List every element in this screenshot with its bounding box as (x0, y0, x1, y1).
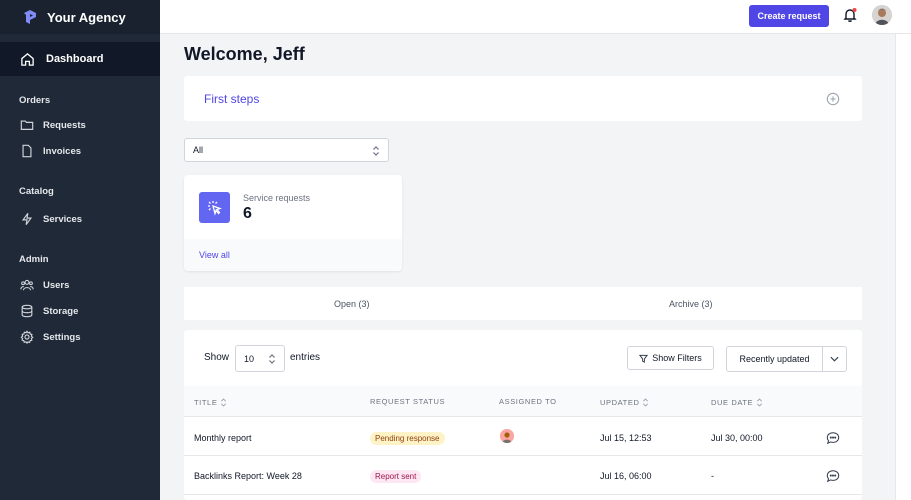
table-row[interactable]: Backlinks Report: Week 28 Report sent Ju… (184, 457, 862, 495)
show-filters-button[interactable]: Show Filters (627, 346, 714, 370)
section-catalog: Catalog (19, 186, 54, 197)
user-avatar-icon (872, 5, 892, 25)
sidebar-item-dashboard[interactable]: Dashboard (0, 42, 160, 76)
sidebar-item-label: Dashboard (46, 53, 104, 65)
entries-select[interactable]: 10 (235, 345, 285, 372)
sort-select[interactable]: Recently updated (726, 346, 847, 372)
page-title: Welcome, Jeff (184, 44, 305, 64)
column-label: ASSIGNED TO (499, 397, 557, 406)
sidebar-item-requests[interactable]: Requests (20, 118, 86, 132)
row-updated: Jul 15, 12:53 (600, 433, 652, 443)
users-icon (20, 279, 34, 291)
brand-logo-icon (24, 10, 36, 24)
sidebar-item-label: Services (43, 213, 83, 225)
sort-icon (757, 398, 763, 407)
column-label: REQUEST STATUS (370, 397, 446, 406)
table-header: TITLE REQUEST STATUS ASSIGNED TO UPDATED… (184, 386, 862, 417)
sidebar-item-label: Requests (43, 119, 86, 131)
create-request-button[interactable]: Create request (749, 5, 829, 27)
topbar: Create request (160, 0, 911, 34)
chat-bubble-icon[interactable] (826, 469, 840, 483)
sidebar-item-invoices[interactable]: Invoices (20, 144, 81, 158)
row-due: - (711, 471, 714, 481)
entries-select-value: 10 (244, 353, 255, 364)
section-admin: Admin (19, 254, 49, 265)
sort-icon (643, 398, 649, 407)
chevron-down-icon (830, 356, 839, 362)
filter-select-value: All (193, 145, 204, 155)
first-steps-title: First steps (204, 92, 260, 106)
avatar[interactable] (872, 5, 892, 25)
sidebar-item-settings[interactable]: Settings (20, 330, 80, 344)
chevron-up-down-icon (373, 146, 379, 156)
gear-icon (20, 330, 34, 344)
entries-label: entries (290, 352, 321, 363)
brand[interactable]: Your Agency (0, 0, 160, 34)
document-icon (22, 144, 32, 158)
folder-icon (20, 120, 34, 130)
bell-icon[interactable] (842, 7, 858, 23)
request-tabs: Open (3) Archive (3) (184, 287, 862, 320)
scrollbar[interactable] (895, 34, 911, 500)
sidebar-item-label: Invoices (43, 145, 82, 157)
card-label: Service requests (243, 193, 311, 203)
cursor-click-icon (199, 192, 230, 223)
sidebar-item-label: Storage (43, 305, 79, 317)
column-due-date[interactable]: DUE DATE (711, 397, 763, 408)
row-title[interactable]: Monthly report (194, 433, 252, 443)
column-label: TITLE (194, 398, 218, 407)
row-updated: Jul 16, 06:00 (600, 471, 652, 481)
status-badge: Pending response (370, 432, 445, 445)
table-row[interactable]: Monthly report Pending response Jul 15, … (184, 418, 862, 456)
tab-archive[interactable]: Archive (3) (669, 299, 713, 309)
column-assigned-to: ASSIGNED TO (499, 397, 557, 406)
column-request-status: REQUEST STATUS (370, 397, 445, 406)
column-label: DUE DATE (711, 398, 754, 407)
column-label: UPDATED (600, 398, 640, 407)
show-filters-label: Show Filters (652, 353, 702, 363)
column-title[interactable]: TITLE (194, 397, 227, 408)
chevron-up-down-icon (269, 354, 275, 364)
show-label: Show (204, 352, 230, 363)
database-icon (21, 304, 33, 318)
section-orders: Orders (19, 95, 51, 106)
sort-select-value: Recently updated (727, 347, 823, 371)
sidebar-item-label: Settings (43, 331, 81, 343)
chat-bubble-icon[interactable] (826, 431, 840, 445)
sidebar: Your Agency Dashboard Orders Requests In… (0, 0, 160, 500)
brand-name: Your Agency (47, 9, 126, 25)
tab-open[interactable]: Open (3) (334, 299, 370, 309)
sidebar-item-label: Users (43, 279, 70, 291)
sidebar-item-users[interactable]: Users (20, 278, 69, 292)
status-badge: Report sent (370, 470, 422, 483)
row-title[interactable]: Backlinks Report: Week 28 (194, 471, 302, 481)
sidebar-item-services[interactable]: Services (20, 212, 82, 226)
user-avatar-icon (500, 429, 514, 443)
view-all-link[interactable]: View all (199, 250, 230, 260)
assignee-avatar[interactable] (500, 429, 514, 443)
filter-icon (639, 354, 649, 363)
service-requests-card: Service requests 6 View all (184, 175, 402, 271)
plus-circle-icon[interactable] (826, 92, 840, 106)
row-due: Jul 30, 00:00 (711, 433, 763, 443)
home-icon (21, 52, 34, 66)
column-updated[interactable]: UPDATED (600, 397, 649, 408)
requests-table-panel: Show 10 entries Show Filters Recently up… (184, 330, 862, 500)
card-footer: View all (184, 239, 402, 271)
filter-select[interactable]: All (184, 138, 389, 162)
sort-dropdown-toggle[interactable] (823, 347, 846, 371)
card-count: 6 (243, 205, 252, 222)
sort-icon (221, 398, 227, 407)
sidebar-item-storage[interactable]: Storage (20, 304, 78, 318)
bolt-icon (21, 212, 33, 226)
first-steps-panel[interactable]: First steps (184, 76, 862, 121)
